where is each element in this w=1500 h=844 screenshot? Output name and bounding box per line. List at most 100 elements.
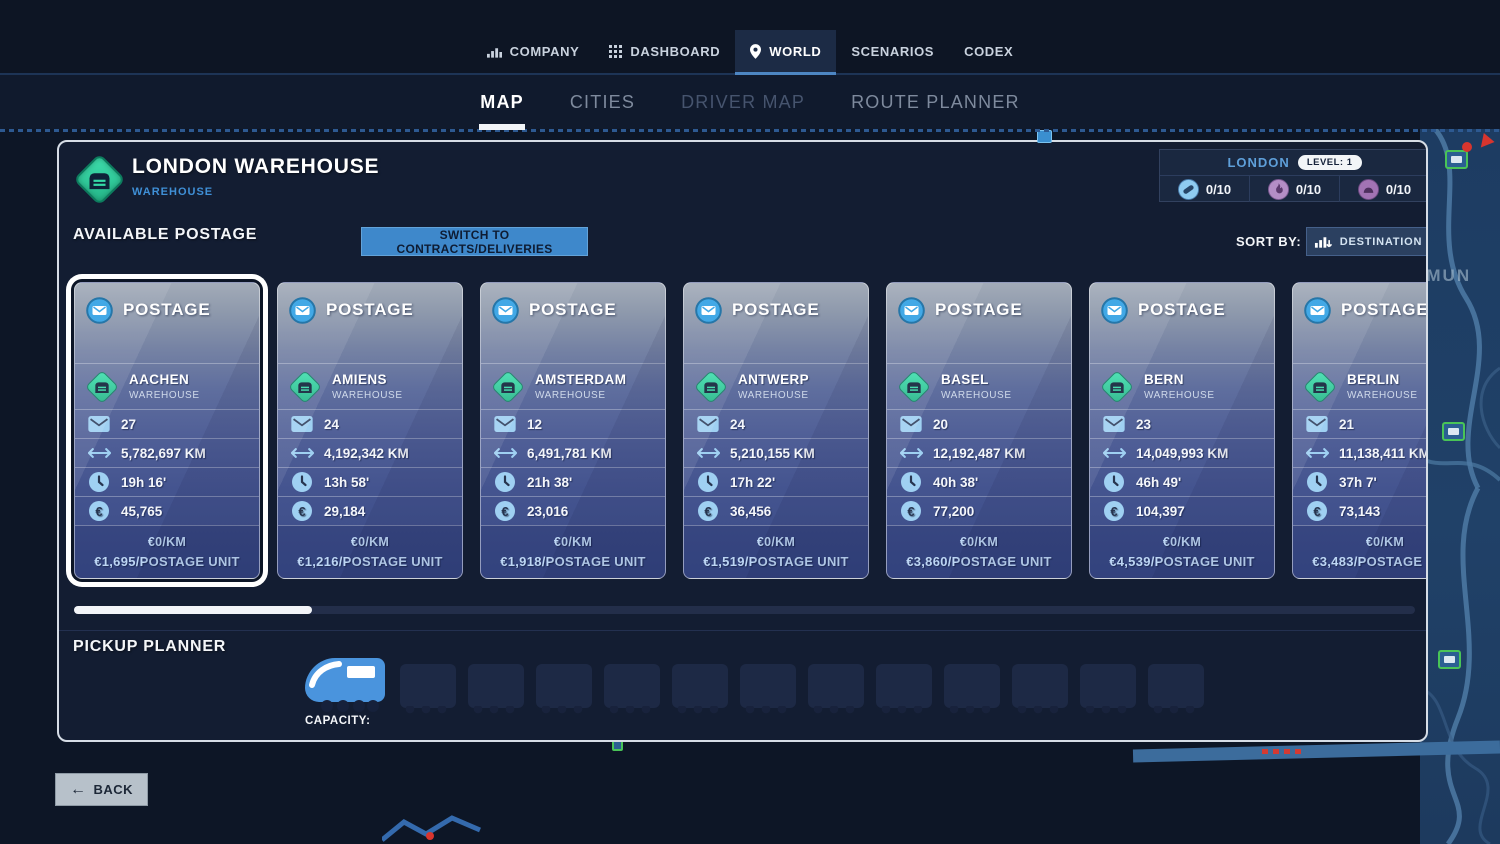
envelope-icon — [87, 416, 111, 432]
wagon-slot[interactable] — [400, 664, 456, 708]
destination-row: AMSTERDAM WAREHOUSE — [481, 363, 665, 409]
postage-mail-icon — [1101, 297, 1128, 324]
postage-card[interactable]: POSTAGE AACHEN WAREHOUSE 27 — [74, 282, 260, 579]
value-row: € 36,456 — [684, 496, 868, 525]
nav-world[interactable]: WORLD — [735, 30, 836, 73]
destination-text: AMIENS WAREHOUSE — [332, 372, 403, 401]
destination-text: ANTWERP WAREHOUSE — [738, 372, 809, 401]
warehouse-icon — [84, 369, 120, 405]
sort-value: DESTINATION — [1340, 236, 1423, 248]
wagon-slot[interactable] — [468, 664, 524, 708]
rates-footer: €0/KM €1,918/POSTAGE UNIT — [481, 525, 665, 578]
wagon-slot[interactable] — [1080, 664, 1136, 708]
rate-per-km: €0/KM — [757, 535, 795, 549]
card-photo-area — [278, 337, 462, 363]
coal-resource-icon — [1358, 179, 1379, 200]
destination-row: AACHEN WAREHOUSE — [75, 363, 259, 409]
postage-count-row: 23 — [1090, 409, 1274, 438]
map-station-icon[interactable] — [1445, 150, 1468, 169]
wagon-slot[interactable] — [808, 664, 864, 708]
city-name: LONDON — [1227, 155, 1289, 170]
nav-label: COMPANY — [510, 44, 580, 59]
tab-cities[interactable]: CITIES — [570, 92, 635, 113]
warehouse-icon — [72, 152, 126, 206]
postage-card[interactable]: POSTAGE BASEL WAREHOUSE 20 — [886, 282, 1072, 579]
destination-type: WAREHOUSE — [1347, 390, 1418, 401]
train-engine-icon — [297, 656, 385, 714]
rate-per-unit: €1,695/POSTAGE UNIT — [94, 554, 240, 569]
rate-per-unit: €3,483/POSTAGE UNIT — [1312, 554, 1428, 569]
destination-row: ANTWERP WAREHOUSE — [684, 363, 868, 409]
cards-scrollbar-track[interactable] — [74, 606, 1415, 614]
postage-count: 27 — [121, 417, 136, 432]
euro-icon: € — [696, 501, 720, 521]
postage-card[interactable]: POSTAGE BERN WAREHOUSE 23 — [1089, 282, 1275, 579]
euro-icon: € — [290, 501, 314, 521]
time-value: 40h 38' — [933, 475, 978, 490]
postage-card[interactable]: POSTAGE AMSTERDAM WAREHOUSE 12 — [480, 282, 666, 579]
rates-footer: €0/KM €4,539/POSTAGE UNIT — [1090, 525, 1274, 578]
time-row: 46h 49' — [1090, 467, 1274, 496]
postage-card[interactable]: POSTAGE AMIENS WAREHOUSE 24 — [277, 282, 463, 579]
wagon-slot[interactable] — [604, 664, 660, 708]
destination-type: WAREHOUSE — [535, 390, 626, 401]
postage-card-header: POSTAGE — [684, 283, 868, 337]
postage-card[interactable]: POSTAGE BERLIN WAREHOUSE 21 — [1292, 282, 1428, 579]
wagon-slot[interactable] — [1148, 664, 1204, 708]
postage-mail-icon — [898, 297, 925, 324]
sort-destination-button[interactable]: DESTINATION — [1306, 227, 1428, 256]
map-station-icon[interactable] — [1442, 422, 1465, 441]
wagon-slot[interactable] — [740, 664, 796, 708]
postage-card-body: POSTAGE AMIENS WAREHOUSE 24 — [277, 282, 463, 579]
nav-scenarios[interactable]: SCENARIOS — [836, 30, 949, 73]
switch-to-contracts-button[interactable]: SWITCH TO CONTRACTS/DELIVERIES — [361, 227, 588, 256]
rates-footer: €0/KM €3,860/POSTAGE UNIT — [887, 525, 1071, 578]
cards-scrollbar-thumb[interactable] — [74, 606, 312, 614]
postage-card[interactable]: POSTAGE ANTWERP WAREHOUSE 24 — [683, 282, 869, 579]
warehouse-panel: LONDON WAREHOUSE WAREHOUSE LONDON LEVEL:… — [57, 140, 1428, 742]
tab-map[interactable]: MAP — [480, 92, 524, 113]
grid-icon — [609, 45, 622, 58]
bar-chart-icon — [487, 46, 502, 58]
card-photo-area — [75, 337, 259, 363]
pickup-planner-title: PICKUP PLANNER — [73, 638, 226, 656]
envelope-icon — [290, 416, 314, 432]
wagon-slot[interactable] — [944, 664, 1000, 708]
tab-driver-map[interactable]: DRIVER MAP — [681, 92, 805, 113]
destination-type: WAREHOUSE — [129, 390, 200, 401]
resource-stat: 0/10 — [1339, 176, 1428, 202]
euro-icon: € — [1305, 501, 1329, 521]
destination-row: BERN WAREHOUSE — [1090, 363, 1274, 409]
postage-card-header: POSTAGE — [887, 283, 1071, 337]
nav-codex[interactable]: CODEX — [949, 30, 1028, 73]
euro-icon: € — [899, 501, 923, 521]
sort-icon — [1314, 235, 1332, 249]
clock-icon — [1305, 472, 1329, 492]
dotted-divider — [0, 129, 1500, 132]
postage-count: 20 — [933, 417, 948, 432]
money-value: 36,456 — [730, 504, 771, 519]
destination-text: BERN WAREHOUSE — [1144, 372, 1215, 401]
destination-text: AACHEN WAREHOUSE — [129, 372, 200, 401]
clock-icon — [87, 472, 111, 492]
card-title: POSTAGE — [935, 300, 1022, 320]
tab-route-planner[interactable]: ROUTE PLANNER — [851, 92, 1020, 113]
wagon-slot[interactable] — [536, 664, 592, 708]
money-value: 29,184 — [324, 504, 365, 519]
time-row: 19h 16' — [75, 467, 259, 496]
nav-company[interactable]: COMPANY — [472, 30, 595, 73]
flame-resource-icon — [1268, 179, 1289, 200]
value-row: € 73,143 — [1293, 496, 1428, 525]
wagon-slot[interactable] — [876, 664, 932, 708]
wagon-slot[interactable] — [672, 664, 728, 708]
distance-arrows-icon — [696, 447, 720, 459]
map-station-icon[interactable] — [1438, 650, 1461, 669]
sort-by-label: SORT BY: — [1236, 234, 1301, 249]
wagon-slot[interactable] — [1012, 664, 1068, 708]
back-button[interactable]: ← BACK — [55, 773, 148, 806]
nav-dashboard[interactable]: DASHBOARD — [594, 30, 735, 73]
destination-type: WAREHOUSE — [332, 390, 403, 401]
envelope-icon — [1102, 416, 1126, 432]
level-badge: LEVEL: 1 — [1298, 155, 1362, 170]
postage-card-body: POSTAGE BERN WAREHOUSE 23 — [1089, 282, 1275, 579]
